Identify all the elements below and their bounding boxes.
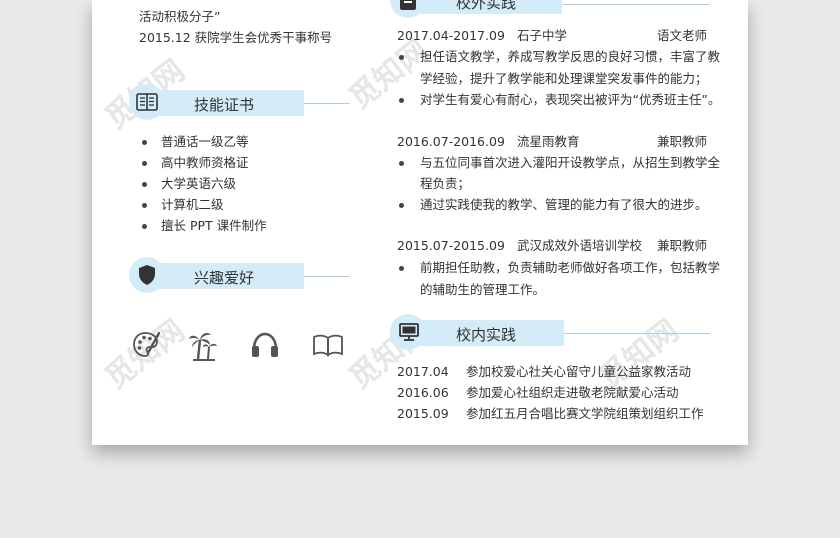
- internal-text: 参加红五月合唱比赛文学院组策划组织工作: [466, 406, 704, 421]
- skill-item: 普通话一级乙等: [161, 134, 249, 149]
- skill-item: 擅长 PPT 课件制作: [161, 218, 267, 233]
- watermark: 觅知网: [592, 313, 686, 397]
- job-bullet-line: 程负责；: [420, 176, 471, 191]
- headphones-icon: [252, 332, 278, 357]
- monitor-icon: [399, 323, 419, 341]
- job-bullet-line: 学经验，提升了教学能和处理课堂突发事件的能力；: [420, 71, 708, 86]
- briefcase-icon: [400, 0, 416, 10]
- job-date: 2016.07-2016.09: [397, 134, 505, 149]
- skills-title: 技能证书: [194, 96, 255, 114]
- job-org: 石子中学: [517, 28, 568, 43]
- bullet: [399, 55, 404, 60]
- skill-item: 计算机二级: [161, 197, 224, 212]
- skill-item: 大学英语六级: [161, 176, 237, 191]
- bullet: [399, 203, 404, 208]
- palette-icon: [133, 331, 161, 357]
- bullet: [142, 203, 147, 208]
- bullet: [142, 140, 147, 145]
- bullet: [399, 161, 404, 166]
- internal-date: 2016.06: [397, 385, 449, 400]
- internal-text: 参加爱心社组织走进敬老院献爱心活动: [466, 385, 679, 400]
- job-role: 语文老师: [657, 28, 708, 43]
- job-role: 兼职教师: [657, 134, 708, 149]
- job-bullet-line: 担任语文教学，养成写教学反思的良好习惯，丰富了教: [420, 49, 721, 64]
- shield-icon: [139, 265, 155, 285]
- skill-item: 高中教师资格证: [161, 155, 249, 170]
- bullet: [399, 98, 404, 103]
- job-bullet-line: 对学生有爱心有耐心，表现突出被评为“优秀班主任”。: [420, 92, 721, 107]
- internal-text: 参加校爱心社关心留守儿童公益家教活动: [466, 364, 692, 379]
- award-line: 活动积极分子”: [139, 9, 221, 24]
- job-org: 流星雨教育: [517, 134, 580, 149]
- job-org: 武汉成效外语培训学校: [517, 238, 643, 253]
- internal-date: 2015.09: [397, 406, 449, 421]
- job-date: 2017.04-2017.09: [397, 28, 505, 43]
- external-title: 校外实践: [456, 0, 517, 12]
- palm-tree-icon: [189, 332, 217, 361]
- hobbies-title: 兴趣爱好: [194, 269, 255, 287]
- job-bullet-line: 通过实践使我的教学、管理的能力有了很大的进步。: [420, 197, 708, 212]
- job-bullet-line: 的辅助生的管理工作。: [420, 282, 546, 297]
- book-icon: [136, 93, 158, 111]
- bullet: [142, 224, 147, 229]
- internal-date: 2017.04: [397, 364, 449, 379]
- internal-title: 校内实践: [456, 326, 517, 344]
- job-role: 兼职教师: [657, 238, 708, 253]
- job-bullet-line: 与五位同事首次进入灌阳开设教学点，从招生到教学全: [420, 155, 721, 170]
- bullet: [399, 266, 404, 271]
- job-date: 2015.07-2015.09: [397, 238, 505, 253]
- award-line: 2015.12 获院学生会优秀干事称号: [139, 30, 333, 45]
- job-bullet-line: 前期担任助教，负责辅助老师做好各项工作，包括教学: [420, 260, 721, 275]
- resume-page: 觅知网 觅知网 觅知网 觅知网 觅知网 活动积极分子” 2015.12 获院学生…: [92, 0, 748, 445]
- bullet: [142, 182, 147, 187]
- book-icon: [313, 334, 343, 357]
- bullet: [142, 161, 147, 166]
